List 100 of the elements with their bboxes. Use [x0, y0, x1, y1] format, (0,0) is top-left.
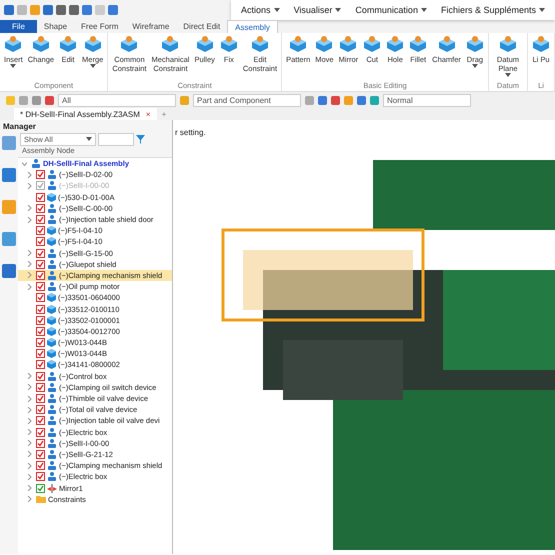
caret-icon	[10, 64, 16, 68]
menu-item[interactable]: Fichiers & Suppléments	[440, 5, 545, 15]
mirror-icon	[47, 484, 57, 493]
tool-icon	[386, 35, 404, 53]
part-icon	[47, 360, 56, 370]
checkbox[interactable]	[36, 293, 45, 302]
part-icon	[47, 349, 56, 358]
tool-icon	[59, 35, 78, 53]
tool-icon	[220, 35, 238, 53]
checkbox[interactable]	[36, 461, 45, 470]
assembly-icon	[47, 204, 57, 213]
part-icon	[47, 237, 56, 246]
checkbox[interactable]	[36, 428, 45, 437]
checkbox[interactable]	[36, 372, 45, 381]
checkbox[interactable]	[36, 472, 45, 482]
tool-icon	[120, 35, 138, 53]
checkbox[interactable]	[36, 450, 45, 459]
part-icon	[47, 338, 56, 348]
part-icon	[47, 304, 56, 314]
ribbon-tab[interactable]: Direct Edit	[176, 20, 228, 33]
ribbon-tab[interactable]: Wireframe	[125, 20, 176, 33]
part-icon	[47, 192, 56, 202]
part-icon	[47, 326, 56, 336]
menu-item[interactable]: Visualiser	[294, 5, 342, 15]
assembly-icon	[47, 450, 57, 459]
checkbox[interactable]	[36, 484, 45, 493]
pick-mode-dropdown[interactable]: Part and Component	[193, 94, 301, 106]
document-tab[interactable]: * DH-SellI-Final Assembly.Z3ASM ×	[14, 108, 157, 120]
checkbox[interactable]	[36, 215, 45, 224]
checkbox[interactable]	[36, 416, 45, 426]
checkbox[interactable]	[36, 382, 45, 392]
caret-icon	[420, 8, 427, 12]
tool-icon	[498, 35, 517, 53]
checkbox[interactable]	[36, 260, 45, 269]
checkbox[interactable]	[36, 349, 45, 358]
assembly-icon	[47, 428, 57, 437]
filter-icon[interactable]	[136, 134, 145, 144]
checkbox[interactable]	[36, 360, 45, 370]
checkbox[interactable]	[36, 226, 45, 236]
ribbon-tab[interactable]: Free Form	[74, 20, 126, 33]
tool-icon	[196, 35, 214, 53]
assembly-icon	[47, 405, 57, 414]
checkbox[interactable]	[36, 394, 45, 404]
checkbox[interactable]	[36, 170, 45, 180]
filter-dropdown[interactable]: All	[58, 94, 176, 106]
tool-icon	[315, 35, 334, 53]
assembly-icon	[47, 438, 57, 448]
checkbox[interactable]	[36, 326, 45, 336]
panel-title: Manager	[2, 120, 37, 132]
assembly-icon	[47, 472, 57, 482]
checkbox[interactable]	[36, 248, 45, 258]
ribbon-tab[interactable]: Assembly	[227, 20, 278, 33]
assembly-icon	[47, 270, 57, 280]
tool-icon	[161, 35, 180, 53]
side-tab-icon[interactable]	[2, 168, 16, 182]
part-icon	[47, 316, 56, 325]
viewport-hint: r setting.	[175, 128, 206, 137]
folder-icon	[36, 495, 46, 504]
menu-item[interactable]: Actions	[241, 5, 280, 15]
tool-icon	[4, 35, 22, 53]
menu-item[interactable]: Communication	[355, 5, 427, 15]
toolbar-icon[interactable]	[180, 96, 189, 104]
assembly-icon	[47, 394, 57, 404]
caret-icon	[86, 137, 92, 141]
caret-icon	[539, 8, 545, 12]
side-tab-icon[interactable]	[2, 264, 16, 278]
caret-icon	[274, 8, 280, 12]
tool-icon	[32, 35, 50, 53]
caret-icon	[472, 64, 478, 68]
checkbox[interactable]	[36, 304, 45, 314]
checkbox[interactable]	[36, 270, 45, 280]
assembly-icon	[47, 248, 57, 258]
ribbon-tab[interactable]: Shape	[36, 20, 74, 33]
tool-icon	[363, 35, 382, 53]
checkbox[interactable]	[36, 316, 45, 325]
tool-icon	[466, 35, 484, 53]
assembly-icon	[47, 416, 57, 426]
tool-icon	[438, 35, 456, 53]
assembly-icon	[47, 382, 57, 392]
checkbox[interactable]	[36, 338, 45, 348]
view-mode-dropdown[interactable]: Normal	[383, 94, 471, 106]
checkbox[interactable]	[36, 282, 45, 292]
assembly-icon	[47, 461, 57, 470]
checkbox[interactable]	[36, 237, 45, 246]
checkbox[interactable]	[36, 204, 45, 213]
caret-icon	[335, 8, 342, 12]
tool-icon	[84, 35, 102, 53]
tool-icon	[250, 35, 269, 53]
document-title: * DH-SellI-Final Assembly.Z3ASM	[20, 110, 140, 118]
checkbox[interactable]	[36, 405, 45, 414]
close-button[interactable]: ×	[146, 110, 151, 118]
assembly-icon	[47, 215, 57, 224]
checkbox[interactable]	[36, 192, 45, 202]
ribbon-tab[interactable]: File	[0, 20, 37, 33]
assembly-icon	[31, 159, 41, 168]
checkbox[interactable]	[36, 438, 45, 448]
assembly-icon	[47, 282, 57, 292]
assembly-icon	[47, 170, 57, 180]
search-field[interactable]	[98, 132, 134, 146]
tool-icon	[409, 35, 428, 53]
